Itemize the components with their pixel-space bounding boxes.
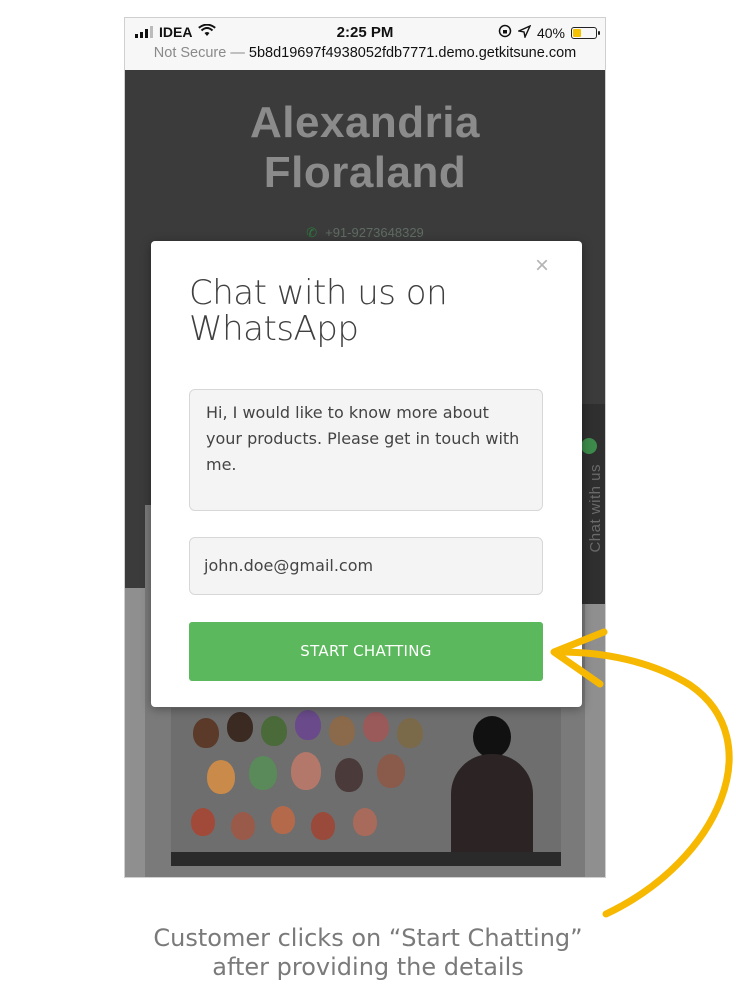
instruction-caption: Customer clicks on “Start Chatting” afte… <box>0 924 736 982</box>
pointer-arrow-icon <box>550 628 733 918</box>
caption-line-2: after providing the details <box>212 953 524 981</box>
caption-line-1: Customer clicks on “Start Chatting” <box>153 924 583 952</box>
